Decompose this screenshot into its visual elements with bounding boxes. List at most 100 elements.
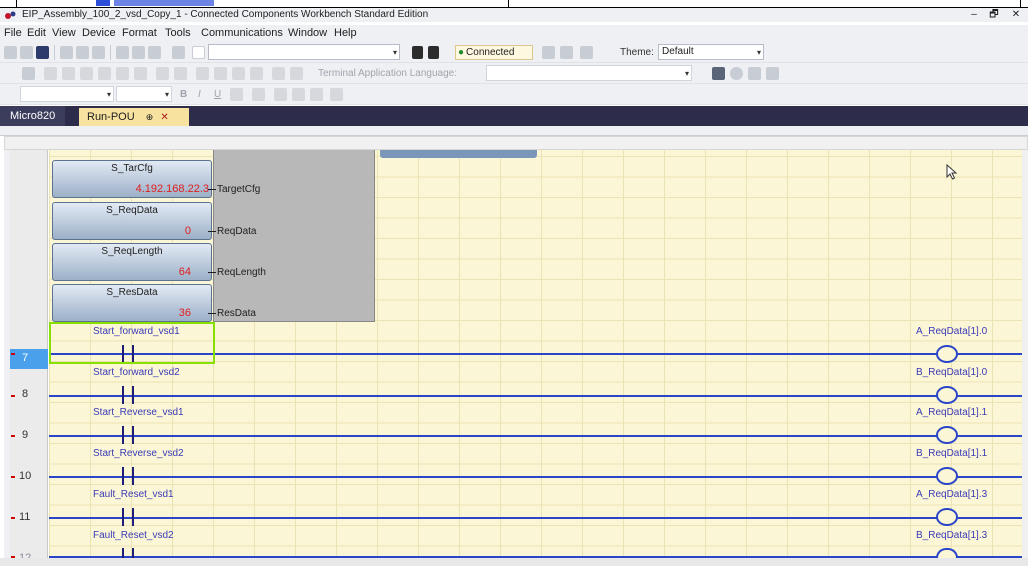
contact-no[interactable]	[116, 508, 142, 526]
coil-icon[interactable]	[936, 386, 958, 404]
copy-icon[interactable]	[76, 46, 89, 59]
coil-icon[interactable]	[936, 345, 958, 363]
contact-no[interactable]	[116, 386, 142, 404]
pin-icon[interactable]: ⊕	[146, 112, 154, 122]
search-combo[interactable]: ▾	[208, 44, 400, 60]
order-icon[interactable]	[116, 67, 129, 80]
find-icon[interactable]	[192, 46, 205, 59]
menu-communications[interactable]: Communications	[201, 25, 283, 42]
align-text-center-icon[interactable]	[292, 88, 305, 101]
font-color-icon[interactable]	[252, 88, 265, 101]
paste-format-icon[interactable]	[214, 67, 227, 80]
grid-icon[interactable]	[22, 67, 35, 80]
bold-button[interactable]: B	[180, 84, 187, 105]
vertical-scrollbar[interactable]	[1022, 150, 1028, 558]
build-icon[interactable]	[412, 46, 423, 59]
close-button[interactable]: ✕	[1008, 8, 1024, 22]
coil-icon[interactable]	[936, 426, 958, 444]
new-icon[interactable]	[4, 46, 17, 59]
theme-select[interactable]: Default ▾	[658, 44, 764, 60]
param-s-tarcfg[interactable]: S_TarCfg 4.192.168.22.3	[52, 160, 212, 198]
group-icon[interactable]	[134, 67, 147, 80]
align-center-icon[interactable]	[80, 67, 93, 80]
cut-icon[interactable]	[60, 46, 73, 59]
forward-icon[interactable]	[172, 46, 185, 59]
selection-box	[49, 322, 215, 364]
terminal-icon[interactable]	[712, 67, 725, 80]
param-value: 4.192.168.22.3	[135, 183, 209, 195]
bullet-list-icon[interactable]	[330, 88, 343, 101]
param-s-reqdata[interactable]: S_ReqData 0	[52, 202, 212, 240]
toolbar-separator	[54, 45, 55, 60]
debug-icon[interactable]	[580, 46, 593, 59]
paste-icon[interactable]	[92, 46, 105, 59]
menu-edit[interactable]: Edit	[27, 25, 46, 42]
menu-window[interactable]: Window	[288, 25, 327, 42]
format-icon[interactable]	[232, 67, 245, 80]
rung-marker	[11, 395, 15, 397]
coil-icon[interactable]	[936, 508, 958, 526]
coil-icon[interactable]	[936, 467, 958, 485]
save-icon[interactable]	[36, 46, 49, 59]
align-right-icon[interactable]	[62, 67, 75, 80]
menu-file[interactable]: File	[4, 25, 22, 42]
connected-button[interactable]: ● Connected	[455, 45, 533, 60]
menu-view[interactable]: View	[52, 25, 76, 42]
underline-button[interactable]: U	[214, 84, 221, 105]
frame-divider	[1020, 0, 1021, 8]
align-text-left-icon[interactable]	[274, 88, 287, 101]
param-name: S_ResData	[106, 287, 158, 298]
param-value: 0	[184, 225, 191, 237]
insert-icon[interactable]	[156, 67, 169, 80]
menu-tools[interactable]: Tools	[165, 25, 191, 42]
restore-button[interactable]: 🗗	[986, 8, 1002, 22]
back-icon[interactable]	[148, 46, 161, 59]
rung-wire	[49, 395, 1024, 397]
chevron-down-icon: ▾	[164, 90, 169, 99]
open-icon[interactable]	[20, 46, 33, 59]
format-all-icon[interactable]	[250, 67, 263, 80]
upload-icon[interactable]	[542, 46, 555, 59]
param-s-resdata[interactable]: S_ResData 36	[52, 284, 212, 322]
warning-icon[interactable]	[748, 67, 761, 80]
tab-label: Run-POU	[87, 111, 135, 123]
align-left-icon[interactable]	[44, 67, 57, 80]
terminal-options-icon[interactable]	[766, 67, 779, 80]
rung-number-selected[interactable]: 7	[10, 349, 48, 369]
param-s-reqlength[interactable]: S_ReqLength 64	[52, 243, 212, 281]
contact-no[interactable]	[116, 467, 142, 485]
size-icon[interactable]	[174, 67, 187, 80]
rung-wire	[49, 435, 1024, 437]
power-icon[interactable]	[730, 67, 743, 80]
contact-no[interactable]	[116, 548, 142, 558]
copy-format-icon[interactable]	[196, 67, 209, 80]
param-value: 36	[178, 307, 191, 319]
close-tab-icon[interactable]: ✕	[160, 112, 168, 123]
align-text-right-icon[interactable]	[310, 88, 323, 101]
menu-help[interactable]: Help	[334, 25, 357, 42]
tab-micro820[interactable]: Micro820	[0, 106, 66, 126]
minimize-button[interactable]: –	[966, 8, 982, 22]
redo-icon[interactable]	[132, 46, 145, 59]
undo-icon[interactable]	[116, 46, 129, 59]
zoom-in-icon[interactable]	[272, 67, 285, 80]
rung-marker	[11, 435, 15, 437]
rung-marker	[11, 517, 15, 519]
contact-no[interactable]	[116, 426, 142, 444]
horizontal-scrollbar[interactable]	[0, 558, 1028, 566]
italic-button[interactable]: I	[198, 84, 201, 105]
font-select[interactable]: ▾	[20, 86, 114, 102]
terminal-language-select[interactable]: ▾	[486, 65, 692, 81]
highlight-icon[interactable]	[230, 88, 243, 101]
editor-header	[0, 126, 1028, 136]
distribute-icon[interactable]	[98, 67, 111, 80]
font-size-select[interactable]: ▾	[116, 86, 172, 102]
zoom-out-icon[interactable]	[290, 67, 303, 80]
contact-label: Start_forward_vsd2	[93, 367, 180, 378]
editor-ruler	[4, 136, 1028, 150]
upload-all-icon[interactable]	[560, 46, 573, 59]
download-icon[interactable]	[428, 46, 439, 59]
menu-device[interactable]: Device	[82, 25, 116, 42]
tab-run-pou[interactable]: Run-POU ⊕ ✕	[79, 108, 189, 126]
menu-format[interactable]: Format	[122, 25, 157, 42]
